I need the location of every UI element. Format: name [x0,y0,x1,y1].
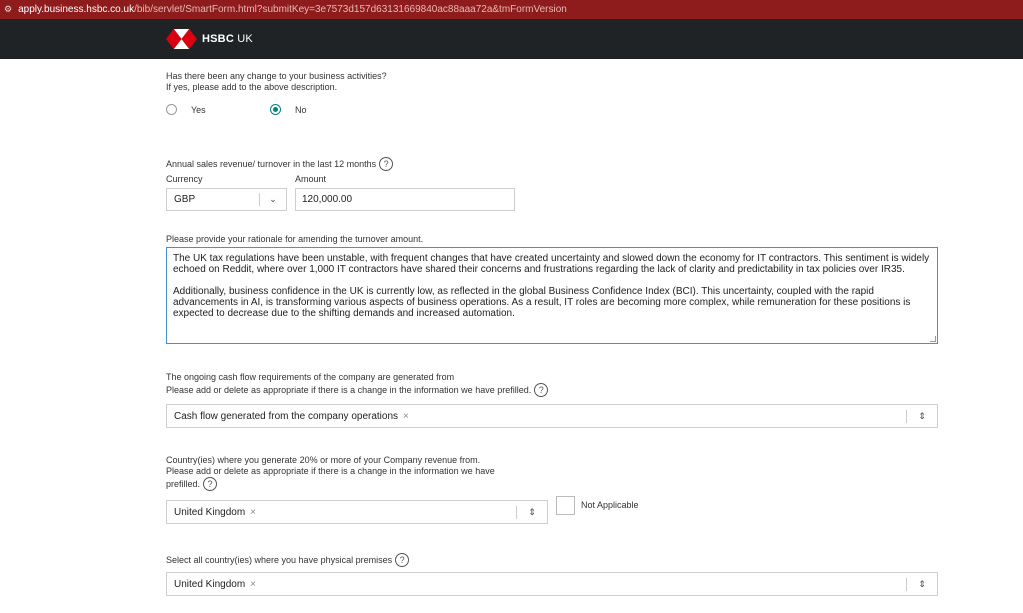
remove-chip-icon[interactable]: × [403,411,409,422]
currency-select[interactable]: GBP ⌄ [166,188,287,211]
revenue-countries-hint: Please add or delete as appropriate if t… [166,466,495,476]
not-applicable-label: Not Applicable [581,500,639,510]
updown-arrow-icon[interactable]: ⇕ [907,411,937,422]
amount-label: Amount [295,174,327,184]
chevron-down-icon[interactable]: ⌄ [260,194,286,205]
rationale-textarea[interactable]: The UK tax regulations have been unstabl… [166,247,938,344]
brand-name: HSBC UK [202,33,253,45]
revenue-countries-hint-2: prefilled. ? [166,477,218,491]
rationale-paragraph-1: The UK tax regulations have been unstabl… [173,253,930,275]
cashflow-hint-text: Please add or delete as appropriate if t… [166,384,532,395]
revenue-countries-hint-text: prefilled. [166,478,201,489]
currency-label: Currency [166,174,203,184]
radio-yes[interactable]: Yes [166,104,206,115]
rationale-paragraph-2: Additionally, business confidence in the… [173,286,911,319]
cashflow-chip-label: Cash flow generated from the company ope… [174,410,399,422]
radio-yes-label: Yes [191,104,206,115]
revenue-country-chip-label: United Kingdom [174,506,246,518]
premises-chip-label: United Kingdom [174,578,246,590]
revenue-country-chip[interactable]: United Kingdom × [167,507,516,518]
site-header: HSBC UK [0,19,1023,59]
radio-no-label: No [295,104,307,115]
radio-no[interactable]: No [270,104,307,115]
browser-url-bar[interactable]: ⚙ apply.business.hsbc.co.uk /bib/servlet… [0,0,1023,19]
cashflow-label: The ongoing cash flow requirements of th… [166,372,455,382]
turnover-label-text: Annual sales revenue/ turnover in the la… [166,158,377,169]
revenue-help-icon[interactable]: ? [203,477,218,491]
site-settings-icon[interactable]: ⚙ [4,4,12,15]
radio-no-control[interactable] [270,104,281,115]
turnover-label: Annual sales revenue/ turnover in the la… [166,157,394,171]
cashflow-chip[interactable]: Cash flow generated from the company ope… [167,411,906,422]
cashflow-hint: Please add or delete as appropriate if t… [166,383,549,397]
amount-input[interactable]: 120,000.00 [295,188,515,211]
turnover-help-icon[interactable]: ? [379,157,394,171]
url-host: apply.business.hsbc.co.uk [18,4,135,15]
hsbc-logo[interactable]: HSBC UK [166,29,253,49]
rationale-label: Please provide your rationale for amendi… [166,234,424,244]
premises-label-text: Select all country(ies) where you have p… [166,554,393,565]
premises-help-icon[interactable]: ? [395,553,410,567]
business-change-question: Has there been any change to your busine… [166,71,387,81]
premises-label: Select all country(ies) where you have p… [166,553,410,567]
not-applicable-checkbox[interactable] [556,496,575,515]
url-path: /bib/servlet/SmartForm.html?submitKey=3e… [134,4,567,15]
currency-value: GBP [174,194,196,205]
updown-arrow-icon[interactable]: ⇕ [907,579,937,590]
form-content[interactable]: Has there been any change to your busine… [0,59,1023,613]
premises-multiselect[interactable]: United Kingdom × ⇕ [166,572,938,596]
remove-chip-icon[interactable]: × [250,507,256,518]
premises-chip[interactable]: United Kingdom × [167,579,906,590]
resize-handle-icon[interactable] [930,336,936,342]
hsbc-hexagon-icon [166,29,197,49]
cashflow-multiselect[interactable]: Cash flow generated from the company ope… [166,404,938,428]
revenue-countries-multiselect[interactable]: United Kingdom × ⇕ [166,500,548,524]
business-change-hint: If yes, please add to the above descript… [166,82,338,92]
remove-chip-icon[interactable]: × [250,579,256,590]
cashflow-help-icon[interactable]: ? [534,383,549,397]
radio-yes-control[interactable] [166,104,177,115]
revenue-countries-label: Country(ies) where you generate 20% or m… [166,455,481,465]
updown-arrow-icon[interactable]: ⇕ [517,507,547,518]
